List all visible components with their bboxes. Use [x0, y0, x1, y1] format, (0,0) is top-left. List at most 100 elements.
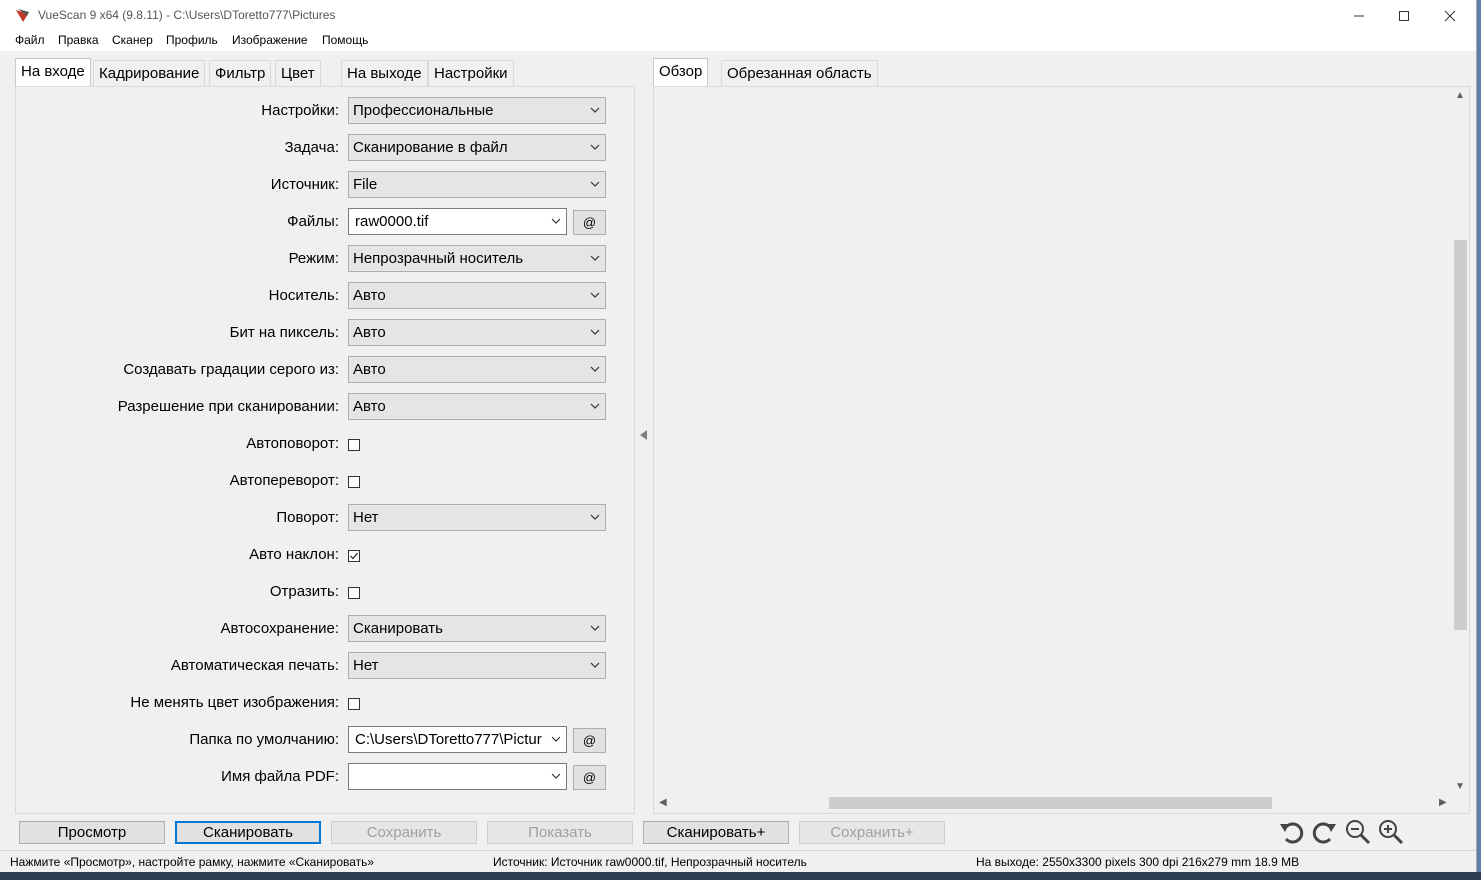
chevron-down-icon [590, 403, 600, 409]
minimize-button[interactable] [1336, 0, 1382, 31]
auto-skew-checkbox[interactable] [348, 550, 360, 562]
preview-horizontal-scroll-thumb[interactable] [829, 797, 1272, 809]
files-browse-button[interactable]: @ [573, 210, 606, 235]
chevron-down-icon [590, 625, 600, 631]
grayscale-select[interactable]: Авто [348, 356, 606, 383]
chevron-down-icon [590, 107, 600, 113]
rotate-left-icon[interactable] [1277, 818, 1305, 846]
resolution-label: Разрешение при сканировании: [117, 398, 339, 415]
maximize-button[interactable] [1381, 0, 1427, 31]
menu-help[interactable]: Помощь [322, 33, 368, 47]
bits-label: Бит на пиксель: [229, 324, 339, 341]
auto-print-select[interactable]: Нет [348, 652, 606, 679]
window-title: VueScan 9 x64 (9.8.11) - C:\Users\DToret… [38, 8, 336, 22]
title-bar: VueScan 9 x64 (9.8.11) - C:\Users\DToret… [0, 0, 1476, 31]
tab-crop[interactable]: Кадрирование [93, 60, 206, 87]
status-source: Источник: Источник raw0000.tif, Непрозра… [493, 855, 807, 869]
preview-vertical-scroll-thumb[interactable] [1454, 240, 1467, 630]
menu-image[interactable]: Изображение [232, 33, 308, 47]
preview-panel [653, 86, 1470, 814]
rotation-select[interactable]: Нет [348, 504, 606, 531]
auto-print-label: Автоматическая печать: [170, 657, 339, 674]
scroll-up-icon[interactable]: ▲ [1455, 90, 1465, 101]
chevron-down-icon [590, 366, 600, 372]
chevron-down-icon [590, 144, 600, 150]
task-select[interactable]: Сканирование в файл [348, 134, 606, 161]
tab-prefs[interactable]: Настройки [428, 60, 514, 87]
media-select[interactable]: Авто [348, 282, 606, 309]
auto-save-label: Автосохранение: [220, 620, 339, 637]
settings-label: Настройки: [261, 102, 339, 119]
tab-cropped-area[interactable]: Обрезанная область [721, 60, 878, 87]
bits-select[interactable]: Авто [348, 319, 606, 346]
scroll-left-icon[interactable]: ◀ [659, 797, 667, 808]
settings-select[interactable]: Профессиональные [348, 97, 606, 124]
source-select[interactable]: File [348, 171, 606, 198]
minimize-icon [1354, 15, 1364, 16]
save-plus-button[interactable]: Сохранить+ [799, 821, 945, 844]
auto-skew-label: Авто наклон: [249, 546, 339, 563]
tab-filter[interactable]: Фильтр [209, 60, 272, 87]
scan-plus-button[interactable]: Сканировать+ [643, 821, 789, 844]
task-label: Задача: [284, 139, 340, 156]
tab-color[interactable]: Цвет [275, 60, 321, 87]
menu-bar: Файл Правка Сканер Профиль Изображение П… [0, 31, 1476, 51]
files-label: Файлы: [287, 213, 339, 230]
resolution-select[interactable]: Авто [348, 393, 606, 420]
auto-rotate-checkbox[interactable] [348, 439, 360, 451]
tab-output[interactable]: На выходе [341, 60, 428, 87]
status-hint: Нажмите «Просмотр», настройте рамку, наж… [10, 855, 375, 869]
menu-profile[interactable]: Профиль [166, 33, 218, 47]
pdf-name-browse-button[interactable]: @ [573, 765, 606, 790]
preview-button[interactable]: Просмотр [19, 821, 165, 844]
menu-file[interactable]: Файл [15, 33, 45, 47]
close-icon [1444, 10, 1456, 21]
mode-select[interactable]: Непрозрачный носитель [348, 245, 606, 272]
scroll-right-icon[interactable]: ▶ [1439, 797, 1447, 808]
status-bar: Нажмите «Просмотр», настройте рамку, наж… [0, 850, 1476, 872]
tab-input[interactable]: На входе [15, 58, 91, 87]
default-folder-browse-button[interactable]: @ [573, 728, 606, 753]
media-label: Носитель: [268, 287, 339, 304]
chevron-down-icon [551, 773, 561, 779]
tab-preview[interactable]: Обзор [653, 58, 709, 87]
scan-button[interactable]: Сканировать [175, 821, 321, 844]
chevron-down-icon [551, 218, 561, 224]
grayscale-label: Создавать градации серого из: [123, 361, 339, 378]
zoom-in-icon[interactable] [1377, 818, 1405, 846]
auto-rotate-label: Автоповорот: [246, 435, 339, 452]
rotation-label: Поворот: [276, 509, 339, 526]
auto-flip-checkbox[interactable] [348, 476, 360, 488]
chevron-down-icon [590, 329, 600, 335]
chevron-down-icon [551, 736, 561, 742]
panel-collapse-handle[interactable] [640, 430, 647, 440]
pdf-name-label: Имя файла PDF: [221, 768, 339, 785]
checkmark-icon [350, 552, 358, 560]
rotate-right-icon[interactable] [1311, 818, 1339, 846]
menu-scanner[interactable]: Сканер [112, 33, 153, 47]
chevron-down-icon [590, 662, 600, 668]
menu-edit[interactable]: Правка [58, 33, 99, 47]
default-folder-combobox[interactable]: C:\Users\DToretto777\Pictur [348, 726, 567, 753]
default-folder-label: Папка по умолчанию: [189, 731, 339, 748]
chevron-down-icon [590, 181, 600, 187]
chevron-down-icon [590, 292, 600, 298]
status-output: На выходе: 2550x3300 pixels 300 dpi 216x… [976, 855, 1300, 869]
app-window: VueScan 9 x64 (9.8.11) - C:\Users\DToret… [0, 0, 1477, 872]
save-button[interactable]: Сохранить [331, 821, 477, 844]
close-button[interactable] [1427, 0, 1473, 31]
auto-save-select[interactable]: Сканировать [348, 615, 606, 642]
mirror-checkbox[interactable] [348, 587, 360, 599]
source-label: Источник: [270, 176, 339, 193]
pdf-name-combobox[interactable] [348, 763, 567, 790]
mode-label: Режим: [288, 250, 339, 267]
desktop-background-strip [0, 872, 1481, 880]
files-combobox[interactable]: raw0000.tif [348, 208, 567, 235]
zoom-out-icon[interactable] [1344, 818, 1372, 846]
chevron-down-icon [590, 514, 600, 520]
show-button[interactable]: Показать [487, 821, 633, 844]
keep-color-checkbox[interactable] [348, 698, 360, 710]
scroll-down-icon[interactable]: ▼ [1455, 781, 1465, 792]
auto-flip-label: Автопереворот: [229, 472, 339, 489]
vuescan-app-icon [16, 9, 29, 22]
